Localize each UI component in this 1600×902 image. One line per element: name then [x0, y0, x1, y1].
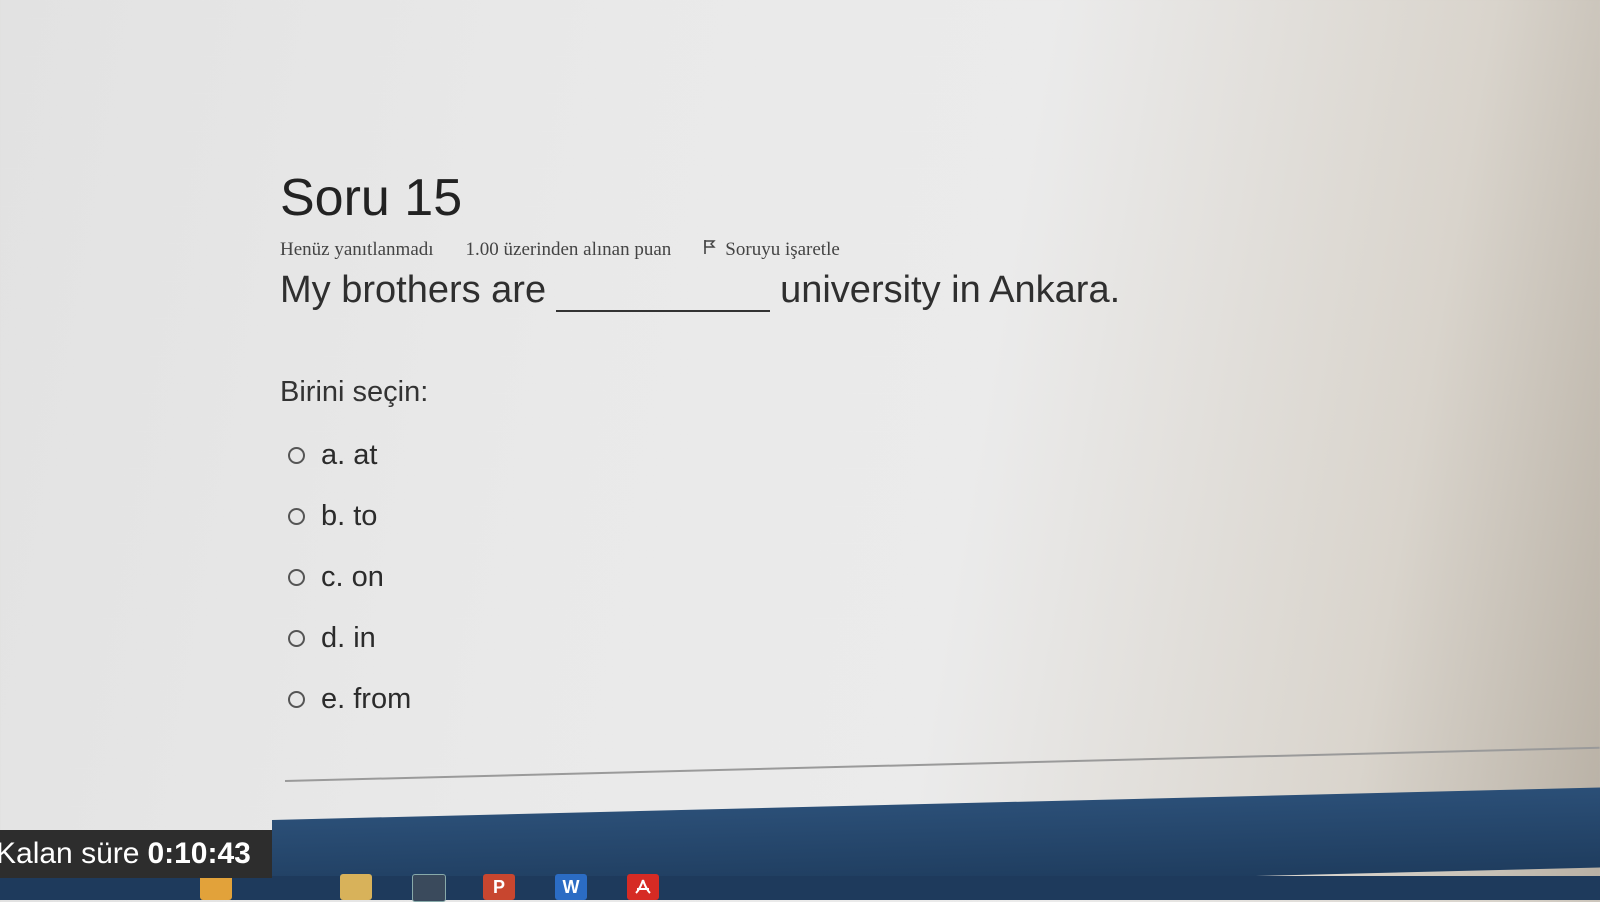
folder-icon[interactable] [340, 874, 372, 900]
question-points: 1.00 üzerinden alınan puan [465, 239, 672, 261]
section-divider [284, 746, 1600, 782]
option-label: b. to [321, 500, 378, 533]
question-block: Soru 15 Henüz yanıtlanmadı 1.00 üzerinde… [280, 169, 1180, 746]
option-label: a. at [321, 439, 378, 472]
powerpoint-icon[interactable]: P [483, 874, 515, 900]
remaining-time-label: Kalan süre [0, 837, 140, 870]
option-radio[interactable] [288, 691, 305, 709]
option-radio[interactable] [288, 508, 305, 526]
option-a[interactable]: a. at [288, 425, 1180, 486]
console-icon[interactable] [412, 874, 446, 902]
question-text: My brothers are university in Ankara. [280, 269, 1180, 313]
question-status: Henüz yanıtlanmadı [280, 239, 434, 261]
option-label: d. in [321, 622, 376, 655]
option-radio[interactable] [288, 630, 305, 648]
flag-icon [703, 239, 717, 261]
remaining-time-value: 0:10:43 [147, 837, 251, 870]
option-radio[interactable] [288, 569, 305, 587]
option-b[interactable]: b. to [288, 486, 1180, 547]
question-text-before: My brothers are [280, 269, 547, 312]
question-text-after: university in Ankara. [780, 269, 1121, 312]
question-title: Soru 15 [280, 169, 463, 227]
choice-prompt: Birini seçin: [280, 376, 429, 409]
option-c[interactable]: c. on [288, 547, 1180, 608]
flag-question-label: Soruyu işaretle [725, 239, 840, 261]
acrobat-icon[interactable] [627, 874, 659, 900]
question-meta: Henüz yanıtlanmadı 1.00 üzerinden alınan… [280, 239, 1180, 261]
taskbar-bottom-strip [0, 876, 1600, 900]
option-d[interactable]: d. in [288, 608, 1180, 669]
option-e[interactable]: e. from [288, 669, 1180, 730]
word-icon[interactable]: W [555, 874, 587, 900]
answer-options: a. at b. to c. on d. in e. from [280, 425, 1180, 730]
answer-blank [556, 280, 771, 313]
remaining-time: Kalan süre 0:10:43 [0, 830, 272, 878]
option-radio[interactable] [288, 447, 305, 465]
flag-question-link[interactable]: Soruyu işaretle [703, 239, 840, 261]
option-label: e. from [321, 683, 412, 716]
option-label: c. on [321, 561, 384, 594]
